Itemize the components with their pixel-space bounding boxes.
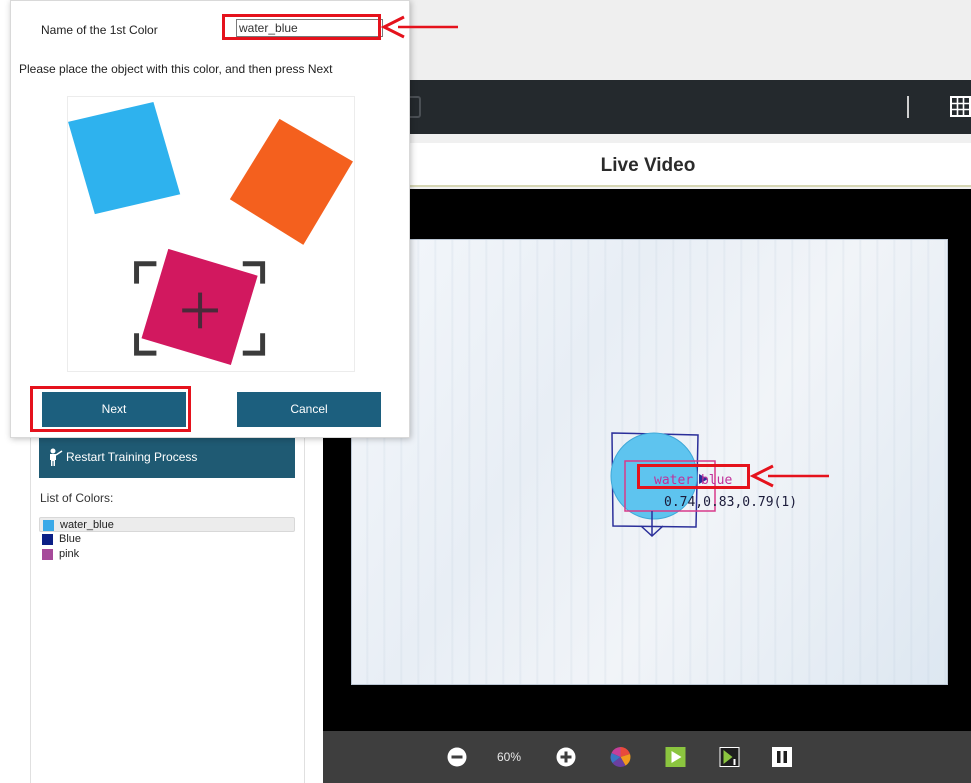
zoom-level: 60% [497,750,522,764]
color-name-label: Name of the 1st Color [41,23,158,37]
color-swatch [42,534,53,545]
zoom-out-icon[interactable] [447,747,467,767]
instruction-text: Please place the object with this color,… [19,62,333,76]
list-item[interactable]: water_blue [39,517,295,532]
playback-controls: 60% [323,731,971,783]
restart-training-button[interactable]: Restart Training Process [39,438,295,478]
detection-values: 0.74,0.83,0.79(1) [664,495,798,510]
trainer-icon [50,448,63,466]
color-swatch [43,520,54,531]
toolbar [323,80,971,134]
list-item[interactable]: pink [39,547,295,562]
toolbar-separator [907,96,909,118]
video-frame[interactable]: water_blue 0.74,0.83,0.79(1) [323,189,971,731]
detection-overlay: water_blue [610,432,732,538]
color-name: pink [59,548,80,560]
color-name: Blue [59,533,82,545]
color-name: water_blue [60,519,114,531]
screen: Live Video water_blue 0.74,0.83,0.79(1) … [0,0,971,783]
list-item[interactable]: Blue [39,532,295,547]
placement-illustration [67,96,355,372]
color-list: water_blue Blue pink [39,517,295,562]
color-training-dialog: Name of the 1st Color Please place the o… [10,0,410,438]
top-area [410,0,971,80]
cancel-button[interactable]: Cancel [237,392,381,427]
video-title: Live Video [600,155,696,176]
detection-label-highlight [637,464,750,489]
color-wheel-icon[interactable] [610,747,631,767]
colors-list-label: List of Colors: [40,491,114,505]
restart-training-label: Restart Training Process [66,450,198,464]
next-button-highlight [30,386,191,432]
orange-square [229,118,353,245]
color-swatch [42,549,53,560]
play-icon[interactable] [665,747,686,767]
step-icon[interactable] [719,747,740,767]
pause-icon[interactable] [772,747,792,767]
grid-icon[interactable] [950,96,971,117]
name-input-highlight [222,14,381,40]
blue-square [68,101,181,215]
sidebar: Restart Training Process List of Colors:… [30,438,305,783]
video-title-bar: Live Video [353,143,971,187]
zoom-in-icon[interactable] [556,747,576,767]
